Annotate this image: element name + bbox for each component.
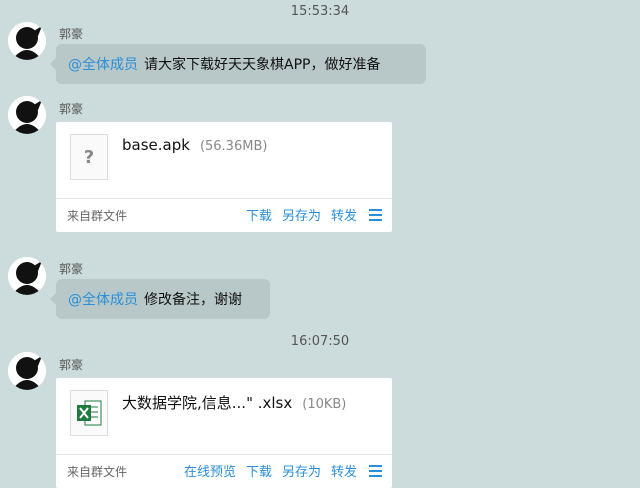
forward-button[interactable]: 转发 [331, 461, 357, 480]
file-name: 大数据学院,信息..." .xlsx [122, 394, 293, 412]
divider [56, 454, 392, 455]
save-as-button[interactable]: 另存为 [282, 205, 321, 224]
file-actions: 在线预览 下载 另存为 转发 [174, 461, 382, 480]
menu-icon[interactable] [369, 208, 382, 221]
sender-name: 郭豪 [59, 102, 84, 116]
avatar[interactable] [8, 22, 46, 60]
file-size: (56.36MB) [199, 139, 268, 154]
file-card[interactable]: ? base.apk (56.36MB) 来自群文件 下载 另存为 转发 [56, 122, 392, 232]
file-actions: 下载 另存为 转发 [236, 205, 382, 224]
download-button[interactable]: 下载 [246, 461, 272, 480]
sender-name: 郭豪 [59, 27, 84, 41]
avatar[interactable] [8, 257, 46, 295]
file-source: 来自群文件 [67, 209, 128, 223]
unknown-file-icon: ? [70, 134, 108, 180]
message-bubble: @全体成员 修改备注，谢谢 [50, 279, 270, 319]
file-source: 来自群文件 [67, 465, 128, 479]
message-text: 请大家下载好天天象棋APP，做好准备 [144, 57, 381, 73]
sender-name: 郭豪 [59, 358, 84, 372]
message-text: 修改备注，谢谢 [144, 292, 242, 308]
avatar[interactable] [8, 96, 46, 134]
timestamp: 16:07:50 [290, 334, 350, 349]
forward-button[interactable]: 转发 [331, 205, 357, 224]
divider [56, 198, 392, 199]
file-card[interactable]: 大数据学院,信息..." .xlsx (10KB) 来自群文件 在线预览 下载 另… [56, 378, 392, 488]
download-button[interactable]: 下载 [246, 205, 272, 224]
mention-link[interactable]: @全体成员 [68, 54, 138, 74]
sender-name: 郭豪 [59, 262, 84, 276]
message-bubble: @全体成员 请大家下载好天天象棋APP，做好准备 [50, 44, 426, 84]
file-name: base.apk [122, 136, 190, 154]
menu-icon[interactable] [369, 464, 382, 477]
save-as-button[interactable]: 另存为 [282, 461, 321, 480]
timestamp: 15:53:34 [290, 4, 350, 19]
preview-online-button[interactable]: 在线预览 [184, 461, 236, 480]
mention-link[interactable]: @全体成员 [68, 289, 138, 309]
avatar[interactable] [8, 352, 46, 390]
file-size: (10KB) [302, 397, 347, 412]
excel-file-icon [70, 390, 108, 436]
